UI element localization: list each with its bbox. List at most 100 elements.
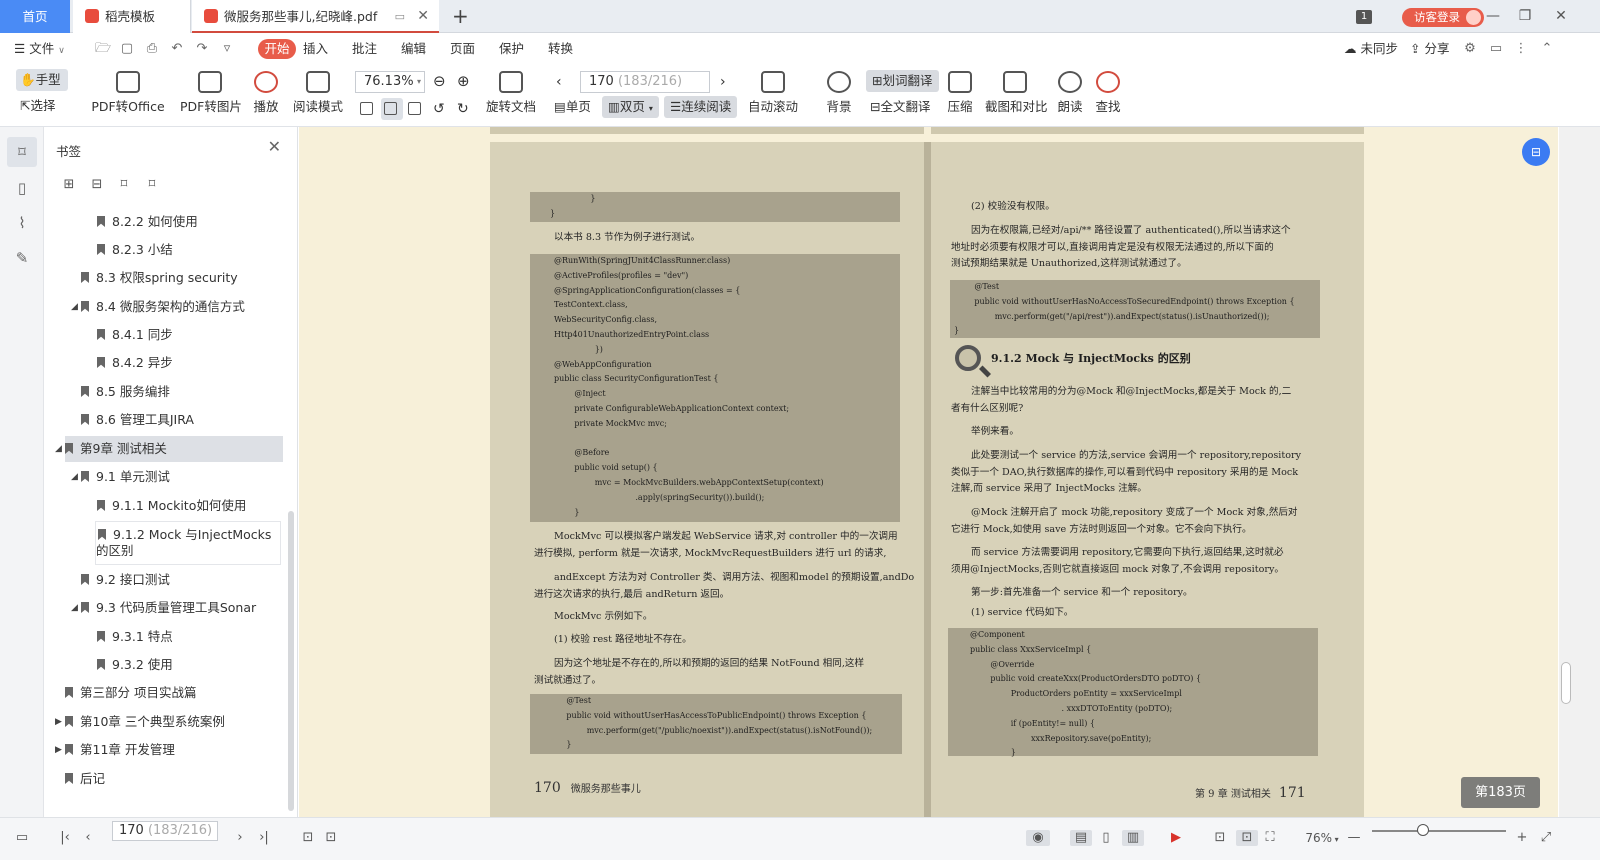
bookmark-item[interactable]: 第三部分 项目实战篇 xyxy=(65,680,196,706)
bookmark-item[interactable]: 8.2.3 小结 xyxy=(97,237,173,263)
auto-scroll-button[interactable]: 自动滚动 xyxy=(745,65,801,127)
bookmark-item[interactable]: ▶ 第11章 开发管理 xyxy=(55,737,175,763)
word-translate-button[interactable]: ⊞划词翻译 xyxy=(866,70,939,92)
sidebar-toggle-icon[interactable]: ▭ xyxy=(14,830,30,846)
collapse-ribbon-icon[interactable]: ⌃ xyxy=(1540,42,1554,56)
bookmark-item[interactable]: ▶ 第10章 三个典型系统案例 xyxy=(55,709,225,735)
more-icon[interactable]: ⋮ xyxy=(1514,42,1528,56)
continuous-view-icon[interactable]: ▤ xyxy=(1070,830,1092,846)
pdf-to-office-button[interactable]: PDF转Office xyxy=(88,65,168,127)
bookmark-item[interactable]: 8.5 服务编排 xyxy=(81,379,170,405)
menu-annotate[interactable]: 批注 xyxy=(352,33,377,65)
double-page-button[interactable]: ▥双页 ▾ xyxy=(602,96,659,118)
status-page-input[interactable]: 170 (183/216) xyxy=(112,821,218,841)
zoom-slider[interactable] xyxy=(1372,824,1506,836)
next-page-icon[interactable]: › xyxy=(720,71,726,93)
comment-icon[interactable]: ▭ xyxy=(1489,42,1503,56)
menu-page[interactable]: 页面 xyxy=(450,33,475,65)
bookmark-item[interactable]: 8.6 管理工具JIRA xyxy=(81,407,194,433)
menu-edit[interactable]: 编辑 xyxy=(401,33,426,65)
prev-page-icon[interactable]: ‹ xyxy=(80,830,96,846)
visitor-login-button[interactable]: 访客登录 xyxy=(1402,8,1484,27)
collapse-all-icon[interactable]: ⊟ xyxy=(89,177,105,193)
expand-icon[interactable]: ⤢ xyxy=(1538,830,1554,846)
bookmark-item[interactable]: ◢ 8.4 微服务架构的通信方式 xyxy=(71,294,245,320)
select-tool[interactable]: ⇱选择 xyxy=(20,95,56,117)
minimize-icon[interactable]: — xyxy=(1478,0,1508,33)
menu-convert[interactable]: 转换 xyxy=(548,33,573,65)
zoom-dropdown[interactable]: 76% ▾ xyxy=(1302,830,1342,846)
play-button[interactable]: 播放 xyxy=(251,65,281,127)
bookmark-item[interactable]: 9.2 接口测试 xyxy=(81,567,170,593)
bookmark-item[interactable]: 9.3.2 使用 xyxy=(97,652,173,678)
tab-template[interactable]: 稻壳模板 xyxy=(73,0,191,33)
previous-view-icon[interactable]: ⊡ xyxy=(300,830,316,846)
bookmark-item-selected[interactable]: ◢ 第9章 测试相关 xyxy=(55,436,283,462)
signature-panel-icon[interactable]: ✎ xyxy=(11,247,33,269)
thumbnail-panel-icon[interactable]: ▯ xyxy=(11,177,33,199)
hand-tool[interactable]: ✋手型 xyxy=(16,69,68,91)
tab-home[interactable]: 首页 xyxy=(0,0,70,33)
bookmark-item[interactable]: 9.1.1 Mockito如何使用 xyxy=(97,493,246,519)
zoom-out-icon[interactable]: — xyxy=(1346,830,1362,846)
bookmark-item[interactable]: 8.2.2 如何使用 xyxy=(97,209,198,235)
scrollbar-thumb[interactable] xyxy=(1561,662,1571,704)
zoom-select[interactable]: 76.13% ▾ xyxy=(355,71,425,93)
fullscreen-icon[interactable]: ⛶ xyxy=(1262,830,1278,846)
page-number-input[interactable]: 170 (183/216) xyxy=(580,71,710,93)
attachment-panel-icon[interactable]: ⌇ xyxy=(11,212,33,234)
rotate-right-icon[interactable]: ↻ xyxy=(457,98,469,120)
close-window-icon[interactable]: ✕ xyxy=(1546,0,1576,33)
continuous-read-button[interactable]: ☰连续阅读 xyxy=(664,96,738,118)
document-view[interactable]: }} 以本书 8.3 节作为例子进行测试。 @RunWith(SpringJUn… xyxy=(299,127,1558,817)
menu-start[interactable]: 开始 xyxy=(258,39,296,59)
actual-size-icon[interactable] xyxy=(408,98,424,120)
bookmark-item[interactable]: ◢ 9.3 代码质量管理工具Sonar xyxy=(71,595,256,621)
read-mode-button[interactable]: 阅读模式 xyxy=(293,65,343,127)
floating-tool-button[interactable]: ⊟ xyxy=(1522,138,1550,166)
pdf-to-image-button[interactable]: PDF转图片 xyxy=(180,65,242,127)
close-tab-icon[interactable]: ✕ xyxy=(417,0,429,33)
single-page-button[interactable]: ▤单页 xyxy=(554,96,591,118)
full-translate-button[interactable]: ⊟全文翻译 xyxy=(870,96,931,118)
bookmark-item[interactable]: 后记 xyxy=(65,766,105,792)
restore-icon[interactable]: ❐ xyxy=(1510,0,1540,33)
fit-page-status-icon[interactable]: ⊡ xyxy=(1236,830,1258,846)
last-page-icon[interactable]: ›| xyxy=(256,830,272,846)
open-folder-icon[interactable]: 🗁 xyxy=(95,42,111,56)
eye-protection-icon[interactable]: ◉ xyxy=(1026,830,1050,846)
quick-access-dropdown-icon[interactable]: ▿ xyxy=(220,42,234,56)
fit-width-icon[interactable] xyxy=(360,98,376,120)
fit-page-icon[interactable] xyxy=(381,98,403,120)
close-sidebar-icon[interactable]: ✕ xyxy=(268,137,281,156)
save-icon[interactable]: ▢ xyxy=(120,42,134,56)
compress-button[interactable]: 压缩 xyxy=(946,65,974,127)
sidebar-scrollbar[interactable] xyxy=(288,511,294,811)
zoom-out-icon[interactable]: ⊖ xyxy=(433,70,446,92)
menu-insert[interactable]: 插入 xyxy=(303,33,328,65)
next-view-icon[interactable]: ⊡ xyxy=(323,830,339,846)
bookmark-panel-icon[interactable]: ⌑ xyxy=(7,137,37,167)
rotate-left-icon[interactable]: ↺ xyxy=(433,98,445,120)
file-menu[interactable]: ☰ 文件 ∨ xyxy=(14,33,65,65)
bookmark-item[interactable]: ◢ 9.1 单元测试 xyxy=(71,464,170,490)
background-button[interactable]: 背景 xyxy=(822,65,856,127)
bookmark-item[interactable]: 8.3 权限spring security xyxy=(81,265,238,291)
first-page-icon[interactable]: |‹ xyxy=(57,830,73,846)
settings-gear-icon[interactable]: ⚙ xyxy=(1463,42,1477,56)
screenshot-compare-button[interactable]: 截图和对比 xyxy=(985,65,1048,127)
zoom-in-icon[interactable]: ⊕ xyxy=(457,70,470,92)
float-window-icon[interactable]: ▭ xyxy=(395,0,405,33)
find-button[interactable]: 查找 xyxy=(1094,65,1122,127)
new-tab-button[interactable]: + xyxy=(452,0,469,33)
prev-page-icon[interactable]: ‹ xyxy=(556,71,562,93)
vertical-scrollbar[interactable] xyxy=(1559,127,1600,817)
play-slideshow-icon[interactable]: ▶ xyxy=(1168,830,1184,846)
print-icon[interactable]: ⎙ xyxy=(145,42,159,56)
bookmark-item[interactable]: 8.4.2 异步 xyxy=(97,350,173,376)
zoom-slider-knob[interactable] xyxy=(1417,824,1429,836)
delete-bookmark-icon[interactable]: ⌑ xyxy=(144,177,160,193)
expand-all-icon[interactable]: ⊞ xyxy=(61,177,77,193)
undo-icon[interactable]: ↶ xyxy=(170,42,184,56)
share-button[interactable]: ⇪ 分享 xyxy=(1410,33,1449,65)
